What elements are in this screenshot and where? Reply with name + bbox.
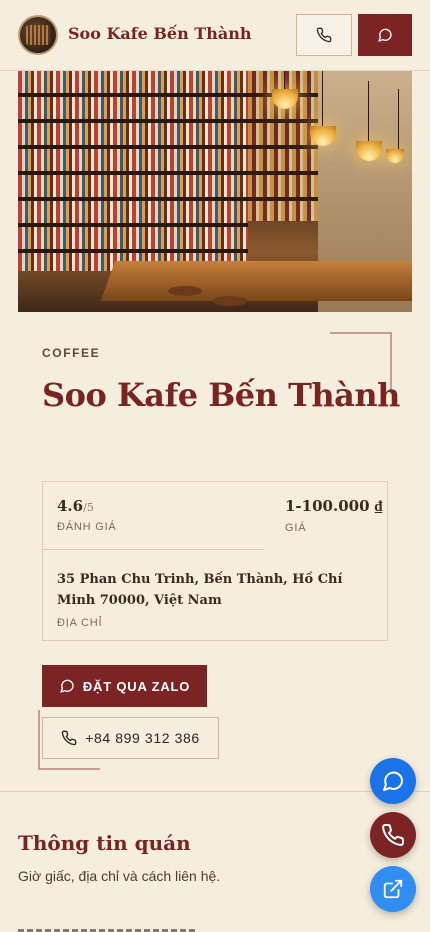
phone-button-label: +84 899 312 386 [85, 730, 200, 746]
chat-button[interactable] [358, 14, 412, 56]
zalo-button-label: ĐẶT QUA ZALO [82, 678, 191, 694]
stool-graphic [213, 296, 247, 306]
price-block: 1-100.000 ₫ GIÁ [285, 497, 382, 534]
rating-block: 4.6/5 ĐÁNH GIÁ [57, 497, 117, 533]
rating-value: 4.6 [57, 497, 84, 515]
phone-icon [61, 730, 77, 746]
floating-call-button[interactable] [370, 812, 416, 858]
info-card: 4.6/5 ĐÁNH GIÁ 1-100.000 ₫ GIÁ 35 Phan C… [42, 481, 388, 641]
chat-bubble-icon [60, 679, 74, 693]
brand-name[interactable]: Soo Kafe Bến Thành [68, 24, 251, 43]
hero-photo [18, 71, 412, 312]
chat-bubble-icon [378, 28, 392, 42]
price-label: GIÁ [285, 522, 307, 534]
rating-label: ĐÁNH GIÁ [57, 521, 117, 533]
floating-open-link-button[interactable] [370, 866, 416, 912]
floating-zalo-button[interactable] [370, 758, 416, 804]
counter-graphic [100, 261, 412, 301]
cut-off-content [18, 926, 218, 932]
rating-suffix: /5 [83, 501, 94, 514]
category-label: COFFEE [42, 346, 101, 360]
logo[interactable] [18, 15, 58, 55]
address-value: 35 Phan Chu Trinh, Bến Thành, Hồ Chí Min… [57, 572, 343, 608]
section-title: Thông tin quán [18, 831, 191, 855]
call-button[interactable] [296, 14, 352, 56]
external-link-icon [383, 879, 403, 899]
chat-bubble-icon [383, 771, 404, 791]
page-title: Soo Kafe Bến Thành [42, 376, 400, 414]
phone-icon [382, 823, 405, 846]
address-label: ĐỊA CHỈ [57, 617, 103, 629]
bookshelf-graphic [18, 71, 248, 271]
zalo-booking-button[interactable]: ĐẶT QUA ZALO [42, 665, 207, 707]
address-block: 35 Phan Chu Trinh, Bến Thành, Hồ Chí Min… [57, 569, 377, 629]
section-subtitle: Giờ giấc, địa chỉ và cách liên hệ. [18, 868, 221, 884]
divider [43, 549, 264, 550]
phone-call-button[interactable]: +84 899 312 386 [42, 717, 219, 759]
stool-graphic [168, 286, 202, 296]
section-divider [0, 791, 430, 792]
price-value: 1-100.000 ₫ [285, 497, 383, 515]
top-bar: Soo Kafe Bến Thành [0, 0, 430, 71]
phone-icon [316, 27, 332, 43]
